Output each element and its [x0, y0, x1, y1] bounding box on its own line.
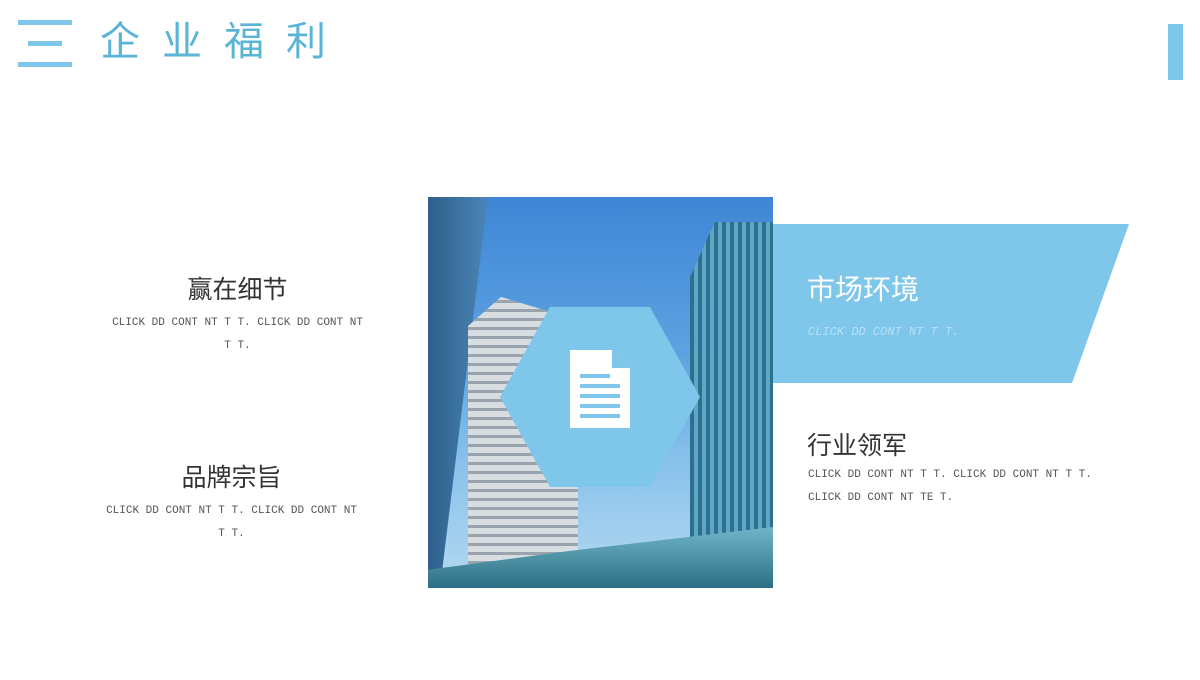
item-title: 行业领军: [807, 431, 908, 460]
item-body: CLICK DD CONT NT T T. CLICK DD CONT NT T…: [112, 317, 363, 352]
item-title: 品牌宗旨: [181, 463, 282, 492]
item-body: CLICK DD CONT NT T T. CLICK DD CONT NT T…: [808, 469, 1092, 504]
item-body: CLICK DD CONT NT T T. CLICK DD CONT NT T…: [106, 505, 357, 540]
item-body: CLICK DD CONT NT T T.: [808, 325, 960, 339]
page-title: 企业福利: [100, 19, 348, 65]
item-title: 赢在细节: [187, 275, 288, 304]
menu-icon[interactable]: [18, 20, 72, 67]
item-title: 市场环境: [807, 273, 920, 306]
accent-bar: [1168, 24, 1183, 80]
document-icon: [570, 350, 630, 428]
